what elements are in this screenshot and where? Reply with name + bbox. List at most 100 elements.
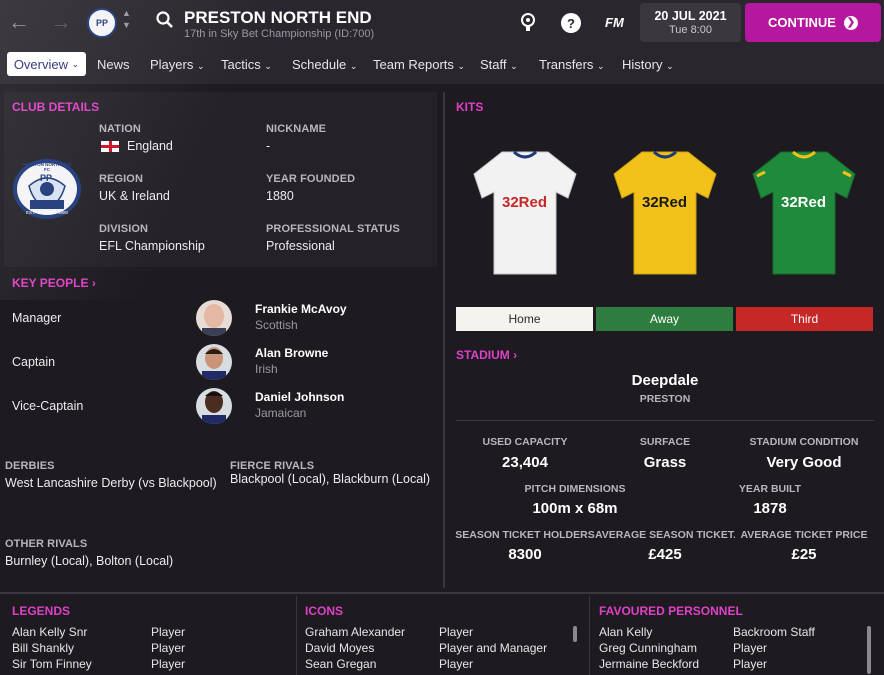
other-rivals-value[interactable]: Burnley (Local), Bolton (Local) <box>5 554 173 568</box>
continue-arrow-icon: ❯ <box>843 15 858 30</box>
stadium-name[interactable]: Deepdale <box>456 372 874 389</box>
column-divider <box>443 92 445 588</box>
tab-team-reports-label: Team Reports <box>373 57 454 72</box>
vice-captain-nationality: Jamaican <box>255 406 307 420</box>
chevron-right-icon: › <box>513 348 518 362</box>
third-kit-sponsor: 32Red <box>781 194 827 211</box>
legend-name[interactable]: Alan Kelly Snr <box>12 625 87 639</box>
tab-overview[interactable]: Overview ⌄ <box>7 52 86 76</box>
tab-team-reports[interactable]: Team Reports ⌄ <box>373 57 465 72</box>
date-box[interactable]: 20 JUL 2021 Tue 8:00 <box>640 3 741 42</box>
tab-tactics[interactable]: Tactics ⌄ <box>221 57 272 72</box>
nation-value[interactable]: England <box>127 139 173 153</box>
tab-players[interactable]: Players ⌄ <box>150 57 205 72</box>
legend-name[interactable]: Bill Shankly <box>12 641 74 655</box>
club-switch-chevrons-icon[interactable]: ▲ ▼ <box>122 7 131 31</box>
captain-name[interactable]: Alan Browne <box>255 346 328 360</box>
kit-third-button[interactable]: Third <box>736 307 873 331</box>
game-status-icon[interactable] <box>519 12 537 35</box>
chevron-down-icon: ⌄ <box>510 61 518 71</box>
derbies-value[interactable]: West Lancashire Derby (vs Blackpool) <box>5 476 217 490</box>
manager-nationality: Scottish <box>255 318 298 332</box>
avg-ticket-value: £25 <box>791 546 817 563</box>
tab-history[interactable]: History ⌄ <box>622 57 674 72</box>
search-icon[interactable] <box>155 10 175 33</box>
legend-type: Player <box>151 657 186 671</box>
stadium-title[interactable]: STADIUM › <box>456 348 517 362</box>
surface-value: Grass <box>643 454 687 471</box>
favoured-type: Player <box>733 657 768 671</box>
fierce-rivals-value[interactable]: Blackpool (Local), Blackburn (Local) <box>230 472 430 486</box>
vice-captain-avatar[interactable] <box>196 388 232 424</box>
division-label: DIVISION <box>99 223 149 235</box>
avg-season-ticket-label: AVERAGE SEASON TICKET... <box>595 529 735 541</box>
captain-role: Captain <box>12 355 56 369</box>
kit-home-button[interactable]: Home <box>456 307 593 331</box>
chevron-right-icon: › <box>91 276 96 290</box>
favoured-type: Player <box>733 641 768 655</box>
icon-person-name[interactable]: David Moyes <box>305 641 374 655</box>
fm-menu-icon[interactable]: FM <box>605 15 624 30</box>
derbies-label: DERBIES <box>5 460 55 472</box>
continue-label: CONTINUE <box>768 15 836 30</box>
stadium-city: PRESTON <box>639 393 691 405</box>
continue-button[interactable]: CONTINUE ❯ <box>745 3 881 42</box>
vice-captain-role: Vice-Captain <box>12 399 84 413</box>
pitch-dimensions-label: PITCH DIMENSIONS <box>524 483 626 495</box>
captain-avatar[interactable] <box>196 344 232 380</box>
back-arrow-icon[interactable]: ← <box>8 11 30 33</box>
region-label: REGION <box>99 173 143 185</box>
fierce-rivals-label: FIERCE RIVALS <box>230 460 315 472</box>
kit-away-button[interactable]: Away <box>596 307 733 331</box>
manager-name[interactable]: Frankie McAvoy <box>255 302 347 316</box>
icon-person-type: Player <box>439 625 474 639</box>
tab-staff[interactable]: Staff ⌄ <box>480 57 518 72</box>
help-icon[interactable]: ? <box>561 13 581 33</box>
crest-top-text: PRESTON NORTH END FC <box>22 162 72 172</box>
favoured-name[interactable]: Alan Kelly <box>599 625 652 639</box>
club-name: PRESTON NORTH END <box>184 8 372 27</box>
pitch-dimensions-value: 100m x 68m <box>532 500 618 517</box>
tab-news[interactable]: News <box>97 57 130 72</box>
manager-avatar[interactable] <box>196 300 232 336</box>
icon-person-name[interactable]: Sean Gregan <box>305 657 376 671</box>
year-founded-label: YEAR FOUNDED <box>266 173 356 185</box>
tab-staff-label: Staff <box>480 57 507 72</box>
tab-history-label: History <box>622 57 663 72</box>
legend-name[interactable]: Sir Tom Finney <box>12 657 92 671</box>
england-flag-icon <box>101 141 119 152</box>
favoured-name[interactable]: Greg Cunningham <box>599 641 697 655</box>
icons-scrollbar[interactable] <box>573 626 577 642</box>
favoured-scrollbar[interactable] <box>867 626 871 674</box>
kits-title: KITS <box>456 100 484 114</box>
icon-person-name[interactable]: Graham Alexander <box>305 625 405 639</box>
crest-letters: PP <box>95 18 108 28</box>
tab-tactics-label: Tactics <box>221 57 261 72</box>
third-kit-shirt[interactable] <box>751 148 857 279</box>
crest-letters-large: PP <box>40 173 53 183</box>
chevron-down-icon: ⌄ <box>349 61 358 71</box>
stadium-divider <box>456 420 874 421</box>
avg-season-ticket-value: £425 <box>648 546 682 563</box>
date-text: 20 JUL 2021 <box>654 9 727 23</box>
key-people-title[interactable]: KEY PEOPLE › <box>12 276 96 290</box>
away-kit-shirt[interactable] <box>612 148 718 279</box>
vice-captain-name[interactable]: Daniel Johnson <box>255 390 344 404</box>
tab-transfers[interactable]: Transfers ⌄ <box>539 57 605 72</box>
icons-title: ICONS <box>305 604 344 618</box>
forward-arrow-icon[interactable]: → <box>50 11 72 33</box>
away-kit-sponsor: 32Red <box>642 194 688 211</box>
time-text: Tue 8:00 <box>668 24 712 36</box>
bottom-col-divider-2 <box>589 596 590 675</box>
tab-schedule[interactable]: Schedule ⌄ <box>292 57 357 72</box>
club-subtitle: 17th in Sky Bet Championship (ID:700) <box>184 28 375 40</box>
favoured-personnel-title: FAVOURED PERSONNEL <box>599 604 743 618</box>
division-value[interactable]: EFL Championship <box>99 239 205 253</box>
captain-nationality: Irish <box>255 362 278 376</box>
chevron-down-icon: ⌄ <box>71 58 80 69</box>
club-crest-icon[interactable]: PP <box>87 8 117 38</box>
favoured-name[interactable]: Jermaine Beckford <box>599 657 699 671</box>
tab-schedule-label: Schedule <box>292 57 347 72</box>
nickname-label: NICKNAME <box>266 123 327 135</box>
home-kit-shirt[interactable] <box>472 148 578 279</box>
